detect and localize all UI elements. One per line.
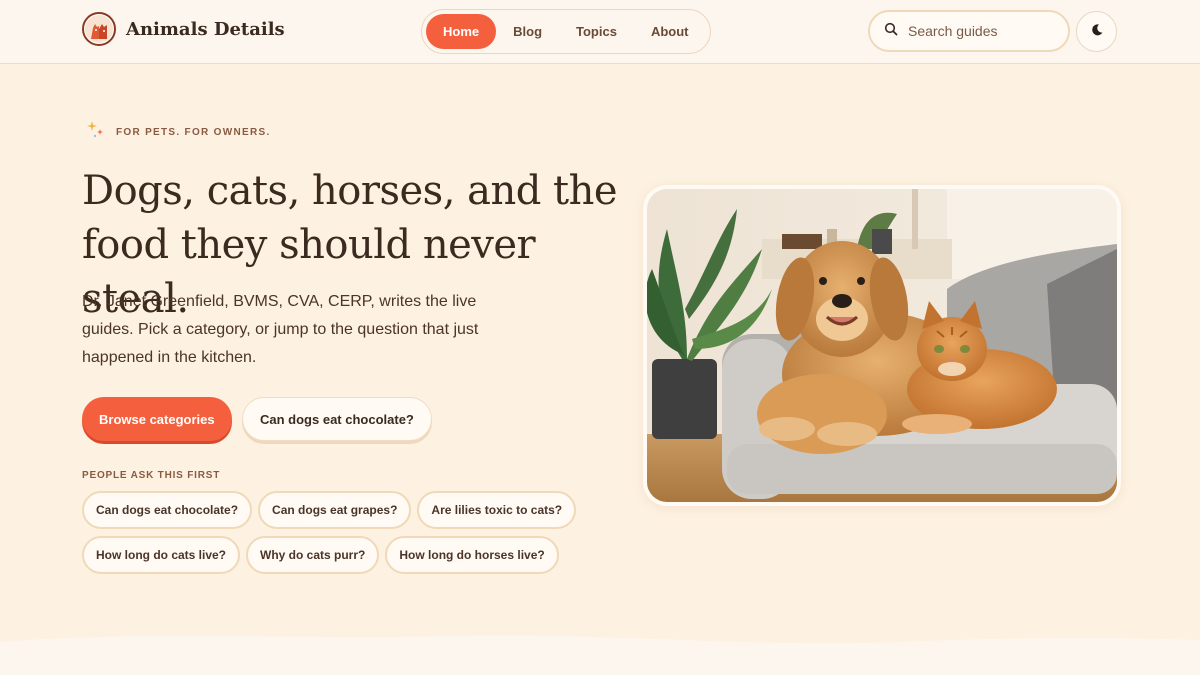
nav-topics[interactable]: Topics	[559, 14, 634, 49]
brand-name: Animals Details	[126, 18, 285, 40]
question-chip[interactable]: How long do horses live?	[385, 536, 559, 574]
search-icon	[884, 22, 898, 41]
theme-toggle-button[interactable]	[1076, 11, 1117, 52]
site-header: Animals Details Home Blog Topics About	[0, 0, 1200, 64]
chocolate-question-button[interactable]: Can dogs eat chocolate?	[242, 397, 432, 441]
eyebrow-text: FOR PETS. FOR OWNERS.	[116, 127, 271, 138]
eyebrow: FOR PETS. FOR OWNERS.	[86, 120, 271, 145]
question-chips: Can dogs eat chocolate? Can dogs eat gra…	[82, 491, 577, 581]
hero-image	[647, 189, 1117, 502]
decorative-wave	[0, 635, 1200, 675]
people-ask-label: PEOPLE ASK THIS FIRST	[82, 470, 221, 481]
browse-categories-button[interactable]: Browse categories	[82, 397, 232, 441]
question-chip[interactable]: Can dogs eat grapes?	[258, 491, 412, 529]
sparkle-icon	[86, 120, 106, 145]
hero-image-frame	[643, 185, 1121, 506]
main-nav: Home Blog Topics About	[421, 9, 711, 54]
question-chip[interactable]: Are lilies toxic to cats?	[417, 491, 577, 529]
brand[interactable]: Animals Details	[82, 12, 285, 46]
intro-text: Dr. Janet Greenfield, BVMS, CVA, CERP, w…	[82, 293, 479, 366]
search-box[interactable]	[868, 10, 1070, 52]
moon-icon	[1090, 23, 1104, 40]
search-input[interactable]	[908, 23, 1058, 39]
question-chip[interactable]: How long do cats live?	[82, 536, 241, 574]
pet-logo-icon	[82, 12, 116, 46]
chip-row: How long do cats live? Why do cats purr?…	[82, 536, 562, 574]
question-chip[interactable]: Why do cats purr?	[246, 536, 380, 574]
chip-row: Can dogs eat chocolate? Can dogs eat gra…	[82, 491, 577, 529]
nav-blog[interactable]: Blog	[496, 14, 559, 49]
question-chip[interactable]: Can dogs eat chocolate?	[82, 491, 253, 529]
nav-about[interactable]: About	[634, 14, 706, 49]
nav-home[interactable]: Home	[426, 14, 497, 49]
